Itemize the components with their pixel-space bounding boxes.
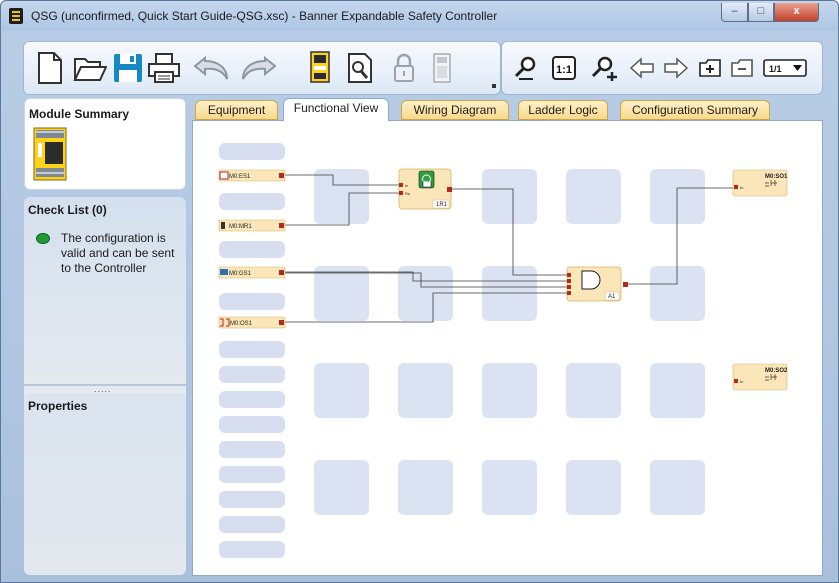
wire-and-so1[interactable]: [627, 187, 733, 285]
reset-block-1r1[interactable]: In Rs 1R1: [398, 168, 452, 210]
page-select-label: 1/1: [769, 64, 782, 74]
estop-icon: [219, 171, 229, 180]
maximize-button[interactable]: □: [748, 3, 774, 22]
new-document-icon[interactable]: [32, 50, 68, 86]
print-icon[interactable]: [146, 50, 182, 86]
pin-label-rs: Rs: [405, 191, 410, 196]
add-page-icon[interactable]: [692, 50, 728, 86]
wire-es1-reset[interactable]: [283, 174, 399, 186]
zoom-actual-label: 1:1: [556, 64, 572, 76]
output-pin[interactable]: [447, 187, 452, 192]
file-toolbar-group: [23, 41, 501, 95]
input-label-gs1: M0:GS1: [229, 271, 252, 277]
functional-view-canvas[interactable]: M0:ES1 M0:MR1 M0:GS1 M0:OS1 In Rs 1R1 A1…: [192, 120, 823, 576]
input-pin[interactable]: [734, 185, 738, 189]
toolbar-overflow-icon[interactable]: [492, 84, 496, 88]
and-gate-icon: [581, 270, 601, 290]
output-pin[interactable]: [279, 320, 284, 325]
app-icon: [9, 8, 23, 24]
output-pin[interactable]: [279, 173, 284, 178]
module-disabled-icon[interactable]: [424, 50, 460, 86]
and-block-label: A1: [608, 294, 616, 300]
zoom-out-icon[interactable]: [508, 50, 544, 86]
application-window: QSG (unconfirmed, Quick Start Guide-QSG.…: [0, 0, 839, 583]
zoom-actual-icon[interactable]: 1:1: [546, 50, 582, 86]
close-button[interactable]: x: [774, 3, 819, 22]
input-pin[interactable]: [399, 183, 403, 187]
check-list-title: Check List (0): [28, 203, 107, 217]
input-pin[interactable]: [567, 279, 571, 283]
page-select-icon[interactable]: 1/1: [762, 50, 808, 86]
pin-label-in: In: [405, 183, 408, 188]
output-device-so1[interactable]: M0:SO1 In: [732, 169, 788, 197]
zoom-in-icon[interactable]: [586, 50, 622, 86]
gate-switch-icon: [220, 269, 228, 275]
output-label-so2: M0:SO2: [765, 368, 788, 374]
input-device-os1[interactable]: M0:OS1: [218, 316, 286, 329]
input-label-mr1: M0:MR1: [229, 224, 252, 230]
arrow-right-icon[interactable]: [658, 50, 694, 86]
input-label-os1: M0:OS1: [230, 321, 253, 327]
tab-functional-view[interactable]: Functional View: [283, 98, 389, 121]
toolbar: 1:1 1/1: [9, 41, 831, 95]
wiring-layer: M0:ES1 M0:MR1 M0:GS1 M0:OS1 In Rs 1R1 A1…: [218, 168, 788, 391]
output-pin[interactable]: [623, 282, 628, 287]
wire-os1-and[interactable]: [283, 292, 567, 323]
view-tabs: Equipment Functional View Wiring Diagram…: [191, 98, 831, 121]
title-bar: QSG (unconfirmed, Quick Start Guide-QSG.…: [1, 1, 838, 31]
input-pin[interactable]: [567, 285, 571, 289]
and-block-a1[interactable]: A1: [566, 266, 628, 302]
input-pin[interactable]: [734, 379, 738, 383]
input-pin[interactable]: [399, 191, 403, 195]
reset-block-label: 1R1: [436, 202, 448, 208]
pin-label: In: [740, 185, 743, 190]
output-device-so2[interactable]: M0:SO2 In: [732, 363, 788, 391]
redo-icon[interactable]: [236, 50, 280, 86]
open-folder-icon[interactable]: [72, 50, 108, 86]
pin-label: In: [740, 379, 743, 384]
properties-title: Properties: [28, 399, 88, 413]
output-pin[interactable]: [279, 270, 284, 275]
output-pin[interactable]: [279, 223, 284, 228]
module-summary-title: Module Summary: [29, 107, 130, 121]
manual-reset-icon: [221, 222, 225, 229]
arrow-left-icon[interactable]: [624, 50, 660, 86]
save-icon[interactable]: [110, 50, 146, 86]
properties-panel: Properties: [24, 393, 186, 575]
tab-equipment[interactable]: Equipment: [195, 100, 278, 120]
controller-module-icon[interactable]: [33, 127, 67, 186]
input-device-mr1[interactable]: M0:MR1: [218, 219, 286, 232]
input-pin[interactable]: [567, 291, 571, 295]
input-label-es1: M0:ES1: [229, 174, 251, 180]
input-device-es1[interactable]: M0:ES1: [218, 169, 286, 182]
status-ok-icon: [36, 233, 50, 244]
tab-ladder-logic[interactable]: Ladder Logic: [518, 100, 608, 120]
input-device-gs1[interactable]: M0:GS1: [218, 266, 286, 279]
left-panel: Module Summary Check List (0) The config…: [24, 98, 186, 576]
wires: [283, 174, 733, 323]
document-search-icon[interactable]: [342, 50, 378, 86]
remove-page-icon[interactable]: [724, 50, 760, 86]
view-toolbar-group: 1:1 1/1: [501, 41, 823, 95]
module-summary-panel: Module Summary: [24, 98, 186, 190]
input-pin[interactable]: [567, 273, 571, 277]
tab-configuration-summary[interactable]: Configuration Summary: [620, 100, 770, 120]
tab-wiring-diagram[interactable]: Wiring Diagram: [401, 100, 509, 120]
minimize-button[interactable]: –: [721, 3, 748, 22]
wire-reset-and[interactable]: [451, 188, 567, 276]
output-label-so1: M0:SO1: [765, 174, 788, 180]
lock-icon[interactable]: [386, 50, 422, 86]
wire-mr1-reset[interactable]: [283, 192, 399, 226]
undo-icon[interactable]: [190, 50, 234, 86]
check-list-message: The configuration is valid and can be se…: [61, 231, 175, 275]
controller-device-icon[interactable]: [302, 50, 338, 86]
window-title: QSG (unconfirmed, Quick Start Guide-QSG.…: [31, 9, 498, 23]
